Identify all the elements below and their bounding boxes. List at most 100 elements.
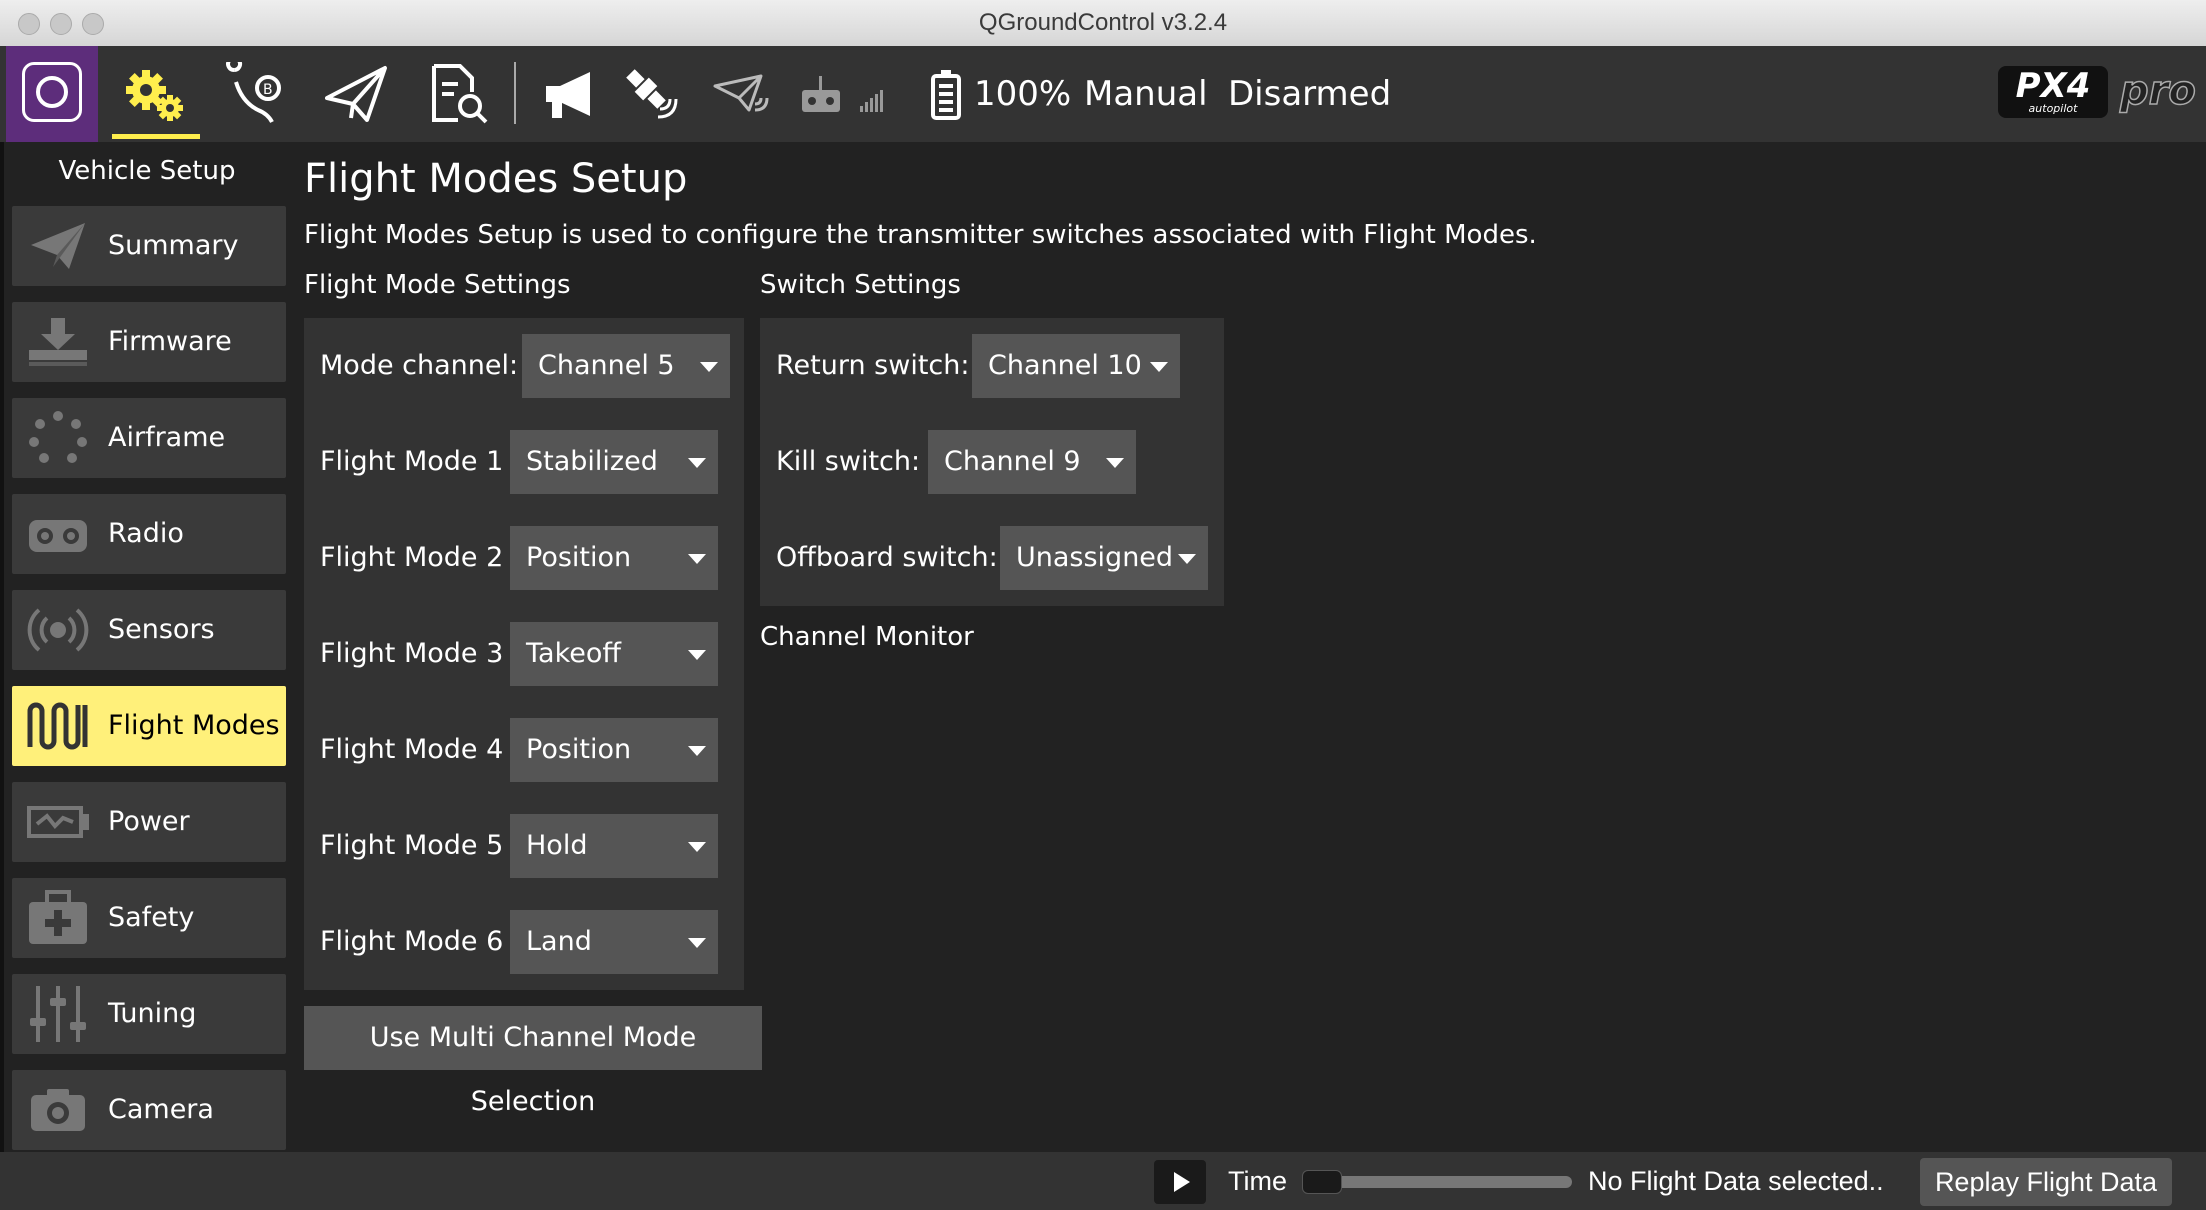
combo-value: Position <box>526 542 632 573</box>
combo-value: Unassigned <box>1016 542 1174 573</box>
rc-rssi-icon[interactable] <box>796 46 890 142</box>
flight-mode-4-combo[interactable]: Position <box>510 718 718 782</box>
main-toolbar: B 100% Manual Disarmed PX4 autopilot pro <box>0 46 2206 142</box>
replay-slider-handle[interactable] <box>1302 1170 1342 1194</box>
chevron-down-icon <box>1150 362 1168 372</box>
flight-replay-bar: Time No Flight Data selected.. Replay Fl… <box>0 1152 2206 1210</box>
radio-transmitter-icon <box>26 506 90 562</box>
sidebar-item-radio[interactable]: Radio <box>12 494 286 574</box>
time-label: Time <box>1228 1166 1287 1196</box>
combo-value: Stabilized <box>526 446 658 477</box>
sidebar-item-flight-modes[interactable]: Flight Modes <box>12 686 286 766</box>
flight-modes-wave-icon <box>26 698 90 754</box>
sensors-broadcast-icon <box>26 602 90 658</box>
chevron-down-icon <box>688 554 706 564</box>
gps-satellite-icon[interactable] <box>616 46 686 142</box>
sidebar-item-tuning[interactable]: Tuning <box>12 974 286 1054</box>
page-description: Flight Modes Setup is used to configure … <box>304 220 1537 250</box>
flight-mode-3-label: Flight Mode 3 <box>320 638 504 669</box>
chevron-down-icon <box>688 458 706 468</box>
sidebar-item-sensors[interactable]: Sensors <box>12 590 286 670</box>
flight-mode-6-combo[interactable]: Land <box>510 910 718 974</box>
chevron-down-icon <box>688 842 706 852</box>
flight-mode-5-combo[interactable]: Hold <box>510 814 718 878</box>
offboard-switch-label: Offboard switch: <box>776 542 998 573</box>
flight-modes-setup-panel: Flight Modes Setup Flight Modes Setup is… <box>294 142 2206 1152</box>
combo-value: Land <box>526 926 592 957</box>
analyze-view-icon[interactable] <box>418 46 498 142</box>
window-title-bar: QGroundControl v3.2.4 <box>0 0 2206 47</box>
kill-switch-label: Kill switch: <box>776 446 921 477</box>
vehicle-setup-sidebar: Vehicle Setup Summary Firmware Airframe … <box>0 142 294 1152</box>
flight-mode-2-combo[interactable]: Position <box>510 526 718 590</box>
sidebar-item-label: Firmware <box>108 326 232 357</box>
return-switch-label: Return switch: <box>776 350 970 381</box>
sidebar-item-label: Power <box>108 806 190 837</box>
flight-mode-6-label: Flight Mode 6 <box>320 926 504 957</box>
px4-brand-logo: PX4 autopilot <box>1998 66 2108 118</box>
play-button[interactable] <box>1154 1160 1206 1204</box>
page-title: Flight Modes Setup <box>304 156 688 202</box>
multi-channel-mode-button[interactable]: Use Multi Channel Mode Selection <box>304 1006 762 1117</box>
flight-mode-3-combo[interactable]: Takeoff <box>510 622 718 686</box>
flight-mode-settings-heading: Flight Mode Settings <box>304 270 571 300</box>
sidebar-item-label: Summary <box>108 230 239 261</box>
flight-mode-1-combo[interactable]: Stabilized <box>510 430 718 494</box>
flight-mode-2-label: Flight Mode 2 <box>320 542 504 573</box>
sidebar-item-safety[interactable]: Safety <box>12 878 286 958</box>
sidebar-item-label: Camera <box>108 1094 214 1125</box>
px4-pro-logo: pro <box>2119 67 2196 115</box>
sidebar-item-label: Safety <box>108 902 195 933</box>
flight-mode-settings-panel: Mode channel: Channel 5 Flight Mode 1 St… <box>304 318 744 990</box>
chevron-down-icon <box>1178 554 1196 564</box>
fly-view-icon[interactable] <box>316 46 396 142</box>
qgc-logo-icon[interactable] <box>6 46 98 142</box>
arm-state-indicator[interactable]: Disarmed <box>1228 46 1391 142</box>
combo-value: Hold <box>526 830 588 861</box>
telemetry-rssi-icon[interactable] <box>706 46 776 142</box>
camera-icon <box>26 1082 90 1138</box>
chevron-down-icon <box>688 746 706 756</box>
messages-megaphone-icon[interactable] <box>536 46 606 142</box>
active-tab-indicator <box>112 134 200 139</box>
download-icon <box>26 314 90 370</box>
sidebar-item-camera[interactable]: Camera <box>12 1070 286 1150</box>
sidebar-item-label: Tuning <box>108 998 197 1029</box>
power-battery-icon <box>26 794 90 850</box>
toolbar-separator <box>514 62 516 124</box>
sidebar-item-label: Airframe <box>108 422 226 453</box>
offboard-switch-combo[interactable]: Unassigned <box>1000 526 1208 590</box>
combo-value: Takeoff <box>526 638 621 669</box>
sidebar-item-power[interactable]: Power <box>12 782 286 862</box>
flight-mode-indicator[interactable]: Manual <box>1084 46 1208 142</box>
sidebar-item-airframe[interactable]: Airframe <box>12 398 286 478</box>
tuning-sliders-icon <box>26 986 90 1042</box>
combo-value: Channel 5 <box>538 350 675 381</box>
replay-flight-data-button[interactable]: Replay Flight Data <box>1920 1158 2172 1206</box>
replay-time-slider[interactable] <box>1302 1176 1572 1188</box>
flight-mode-5-label: Flight Mode 5 <box>320 830 504 861</box>
switch-settings-heading: Switch Settings <box>760 270 961 300</box>
flight-mode-4-label: Flight Mode 4 <box>320 734 504 765</box>
sidebar-item-firmware[interactable]: Firmware <box>12 302 286 382</box>
mode-channel-label: Mode channel: <box>320 350 519 381</box>
channel-monitor-heading: Channel Monitor <box>760 622 974 652</box>
mode-channel-combo[interactable]: Channel 5 <box>522 334 730 398</box>
sidebar-item-label: Sensors <box>108 614 215 645</box>
return-switch-combo[interactable]: Channel 10 <box>972 334 1180 398</box>
combo-value: Channel 10 <box>988 350 1142 381</box>
chevron-down-icon <box>688 650 706 660</box>
chevron-down-icon <box>1106 458 1124 468</box>
combo-value: Channel 9 <box>944 446 1081 477</box>
vehicle-setup-gear-icon[interactable] <box>112 46 200 142</box>
sidebar-title: Vehicle Setup <box>58 156 236 186</box>
plan-view-icon[interactable]: B <box>216 46 296 142</box>
battery-icon[interactable] <box>926 46 966 142</box>
window-title: QGroundControl v3.2.4 <box>978 9 1228 36</box>
sidebar-item-label: Radio <box>108 518 184 549</box>
switch-settings-panel: Return switch: Channel 10 Kill switch: C… <box>760 318 1224 606</box>
battery-percent: 100% <box>974 74 1072 114</box>
safety-medkit-icon <box>26 890 90 946</box>
kill-switch-combo[interactable]: Channel 9 <box>928 430 1136 494</box>
sidebar-item-summary[interactable]: Summary <box>12 206 286 286</box>
